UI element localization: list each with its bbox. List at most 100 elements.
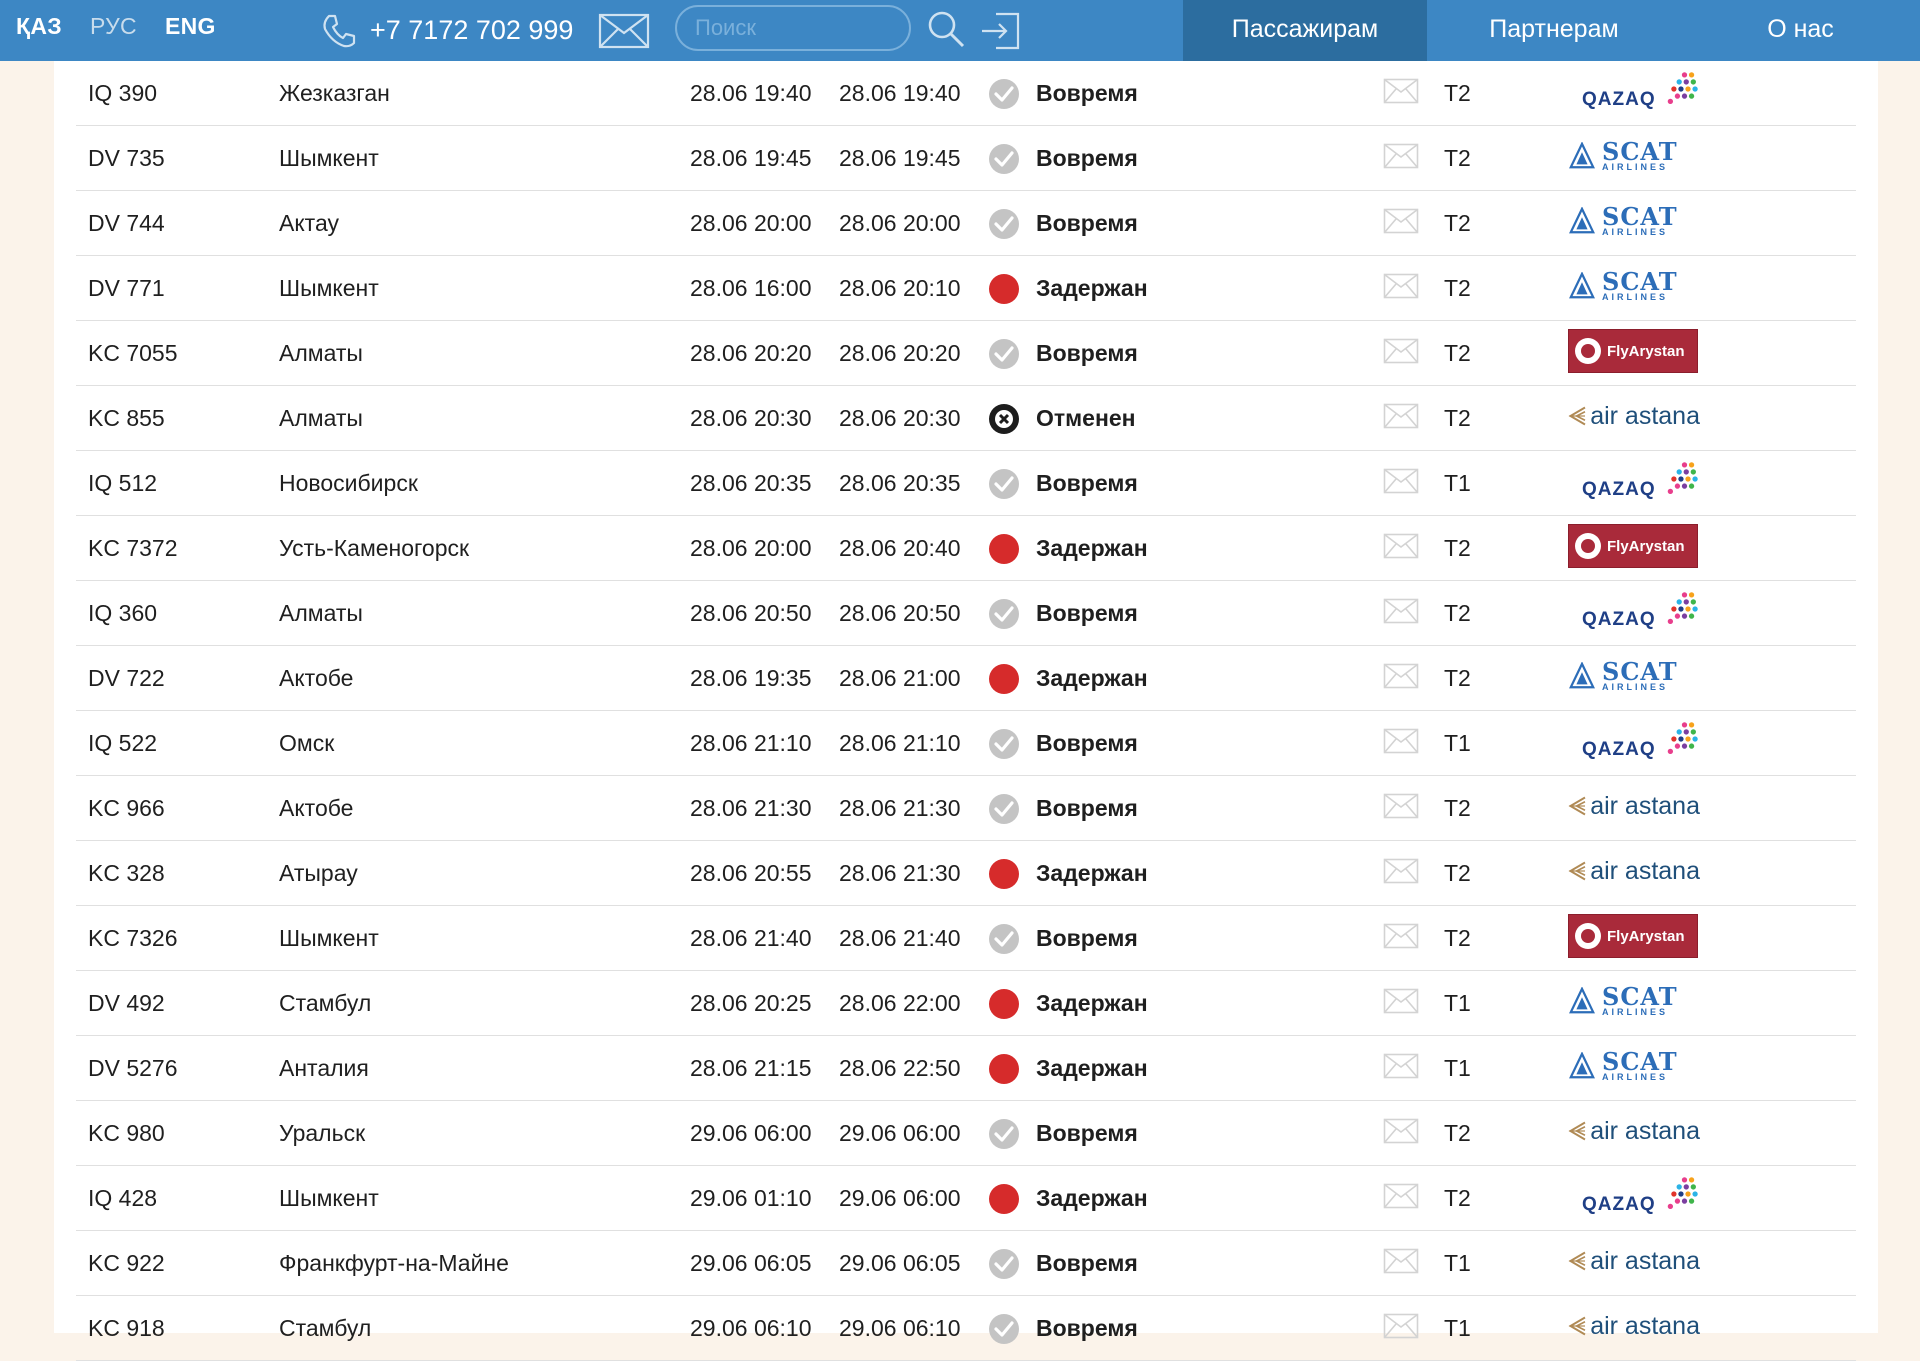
scheduled-time: 28.06 16:00: [690, 275, 812, 301]
air-astana-logo-text: air astana: [1590, 1311, 1700, 1340]
delay-dot-icon: [989, 534, 1019, 564]
subscribe-mail-icon[interactable]: [1383, 1248, 1419, 1274]
delay-dot-icon: [989, 274, 1019, 304]
subscribe-mail-icon[interactable]: [1383, 598, 1419, 624]
scat-airlines-logo: SCAT AIRLINES: [1568, 197, 1700, 245]
terminal: T1: [1444, 470, 1471, 496]
status-icon: [988, 1313, 1020, 1345]
nav-passengers-tab[interactable]: Пассажирам: [1183, 0, 1427, 61]
top-navigation-bar: ҚАЗ РУС ENG +7 7172 702 999 Пассажирам П…: [0, 0, 1920, 61]
scheduled-time: 28.06 21:30: [690, 795, 812, 821]
status-icon: [988, 988, 1020, 1020]
destination-city: Усть-Каменогорск: [279, 535, 470, 561]
status-text: Вовремя: [1036, 1250, 1138, 1276]
scheduled-time: 28.06 20:00: [690, 535, 812, 561]
scat-logo-text: SCAT AIRLINES: [1602, 136, 1678, 172]
actual-time: 28.06 20:20: [839, 340, 961, 366]
destination-city: Алматы: [279, 340, 363, 366]
air-astana-logo: air astana: [1568, 847, 1700, 895]
flight-board-panel: IQ 390 Жезказган 28.06 19:40 28.06 19:40…: [54, 61, 1878, 1361]
actual-time: 28.06 19:40: [839, 80, 961, 106]
subscribe-mail-icon[interactable]: [1383, 1053, 1419, 1079]
check-icon: [989, 469, 1019, 499]
flight-number: KC 855: [88, 405, 165, 431]
nav-about-tab[interactable]: О нас: [1681, 0, 1920, 61]
lang-kaz-link[interactable]: ҚАЗ: [16, 13, 62, 40]
qazaq-air-logo: QAZAQ: [1568, 67, 1700, 115]
subscribe-mail-icon[interactable]: [1383, 143, 1419, 169]
airline-logo: SCAT AIRLINES: [1568, 652, 1700, 700]
scheduled-time: 28.06 20:50: [690, 600, 812, 626]
actual-time: 29.06 06:10: [839, 1315, 961, 1341]
status-text: Вовремя: [1036, 210, 1138, 236]
scheduled-time: 28.06 20:55: [690, 860, 812, 886]
subscribe-mail-icon[interactable]: [1383, 273, 1419, 299]
check-icon: [989, 924, 1019, 954]
subscribe-mail-icon[interactable]: [1383, 468, 1419, 494]
destination-city: Шымкент: [279, 925, 379, 951]
flyarystan-icon: [1575, 533, 1601, 559]
subscribe-mail-icon[interactable]: [1383, 858, 1419, 884]
search-input[interactable]: [675, 5, 911, 51]
subscribe-mail-icon[interactable]: [1383, 793, 1419, 819]
destination-city: Анталия: [279, 1055, 369, 1081]
qazaq-logo-text: QAZAQ: [1582, 1194, 1656, 1215]
check-icon: [989, 794, 1019, 824]
subscribe-mail-icon[interactable]: [1383, 923, 1419, 949]
terminal: T2: [1444, 275, 1471, 301]
destination-city: Атырау: [279, 860, 358, 886]
terminal: T1: [1444, 990, 1471, 1016]
subscribe-mail-icon[interactable]: [1383, 403, 1419, 429]
flight-table: IQ 390 Жезказган 28.06 19:40 28.06 19:40…: [76, 61, 1856, 1361]
subscribe-mail-icon[interactable]: [1383, 1183, 1419, 1209]
lang-eng-link[interactable]: ENG: [165, 13, 216, 40]
phone-number-link[interactable]: +7 7172 702 999: [370, 15, 573, 46]
subscribe-mail-icon[interactable]: [1383, 1313, 1419, 1339]
subscribe-mail-icon[interactable]: [1383, 533, 1419, 559]
flight-number: KC 966: [88, 795, 165, 821]
status-text: Вовремя: [1036, 600, 1138, 626]
airline-logo: air astana: [1568, 847, 1700, 895]
subscribe-mail-icon[interactable]: [1383, 988, 1419, 1014]
scheduled-time: 28.06 20:00: [690, 210, 812, 236]
status-text: Вовремя: [1036, 730, 1138, 756]
airline-logo: FlyArystan: [1568, 912, 1700, 960]
mail-icon[interactable]: [598, 13, 650, 49]
flight-number: DV 492: [88, 990, 165, 1016]
subscribe-mail-icon[interactable]: [1383, 78, 1419, 104]
table-row: KC 7326 Шымкент 28.06 21:40 28.06 21:40 …: [76, 906, 1856, 971]
status-text: Задержан: [1036, 535, 1148, 561]
scat-logo-text: SCAT AIRLINES: [1602, 656, 1678, 692]
subscribe-mail-icon[interactable]: [1383, 208, 1419, 234]
table-row: DV 744 Актау 28.06 20:00 28.06 20:00 Вов…: [76, 191, 1856, 256]
air-astana-icon: [1568, 861, 1586, 881]
destination-city: Уральск: [279, 1120, 366, 1146]
terminal: T2: [1444, 665, 1471, 691]
terminal: T1: [1444, 730, 1471, 756]
status-text: Задержан: [1036, 860, 1148, 886]
subscribe-mail-icon[interactable]: [1383, 1118, 1419, 1144]
scat-icon: [1569, 142, 1595, 169]
destination-city: Шымкент: [279, 145, 379, 171]
scheduled-time: 28.06 20:35: [690, 470, 812, 496]
terminal: T2: [1444, 925, 1471, 951]
status-icon: [988, 78, 1020, 110]
table-row: DV 771 Шымкент 28.06 16:00 28.06 20:10 З…: [76, 256, 1856, 321]
actual-time: 28.06 20:00: [839, 210, 961, 236]
nav-partners-tab[interactable]: Партнерам: [1427, 0, 1681, 61]
scheduled-time: 29.06 06:05: [690, 1250, 812, 1276]
scat-icon: [1569, 207, 1595, 234]
flyarystan-logo-text: FlyArystan: [1607, 537, 1685, 555]
destination-city: Актобе: [279, 795, 354, 821]
search-icon[interactable]: [926, 9, 966, 49]
check-icon: [989, 1249, 1019, 1279]
subscribe-mail-icon[interactable]: [1383, 663, 1419, 689]
scheduled-time: 29.06 01:10: [690, 1185, 812, 1211]
subscribe-mail-icon[interactable]: [1383, 338, 1419, 364]
lang-rus-link[interactable]: РУС: [90, 13, 137, 40]
check-icon: [989, 1314, 1019, 1344]
subscribe-mail-icon[interactable]: [1383, 728, 1419, 754]
terminal: T2: [1444, 210, 1471, 236]
qazaq-dots-icon: [1667, 462, 1698, 495]
login-icon[interactable]: [980, 11, 1022, 51]
